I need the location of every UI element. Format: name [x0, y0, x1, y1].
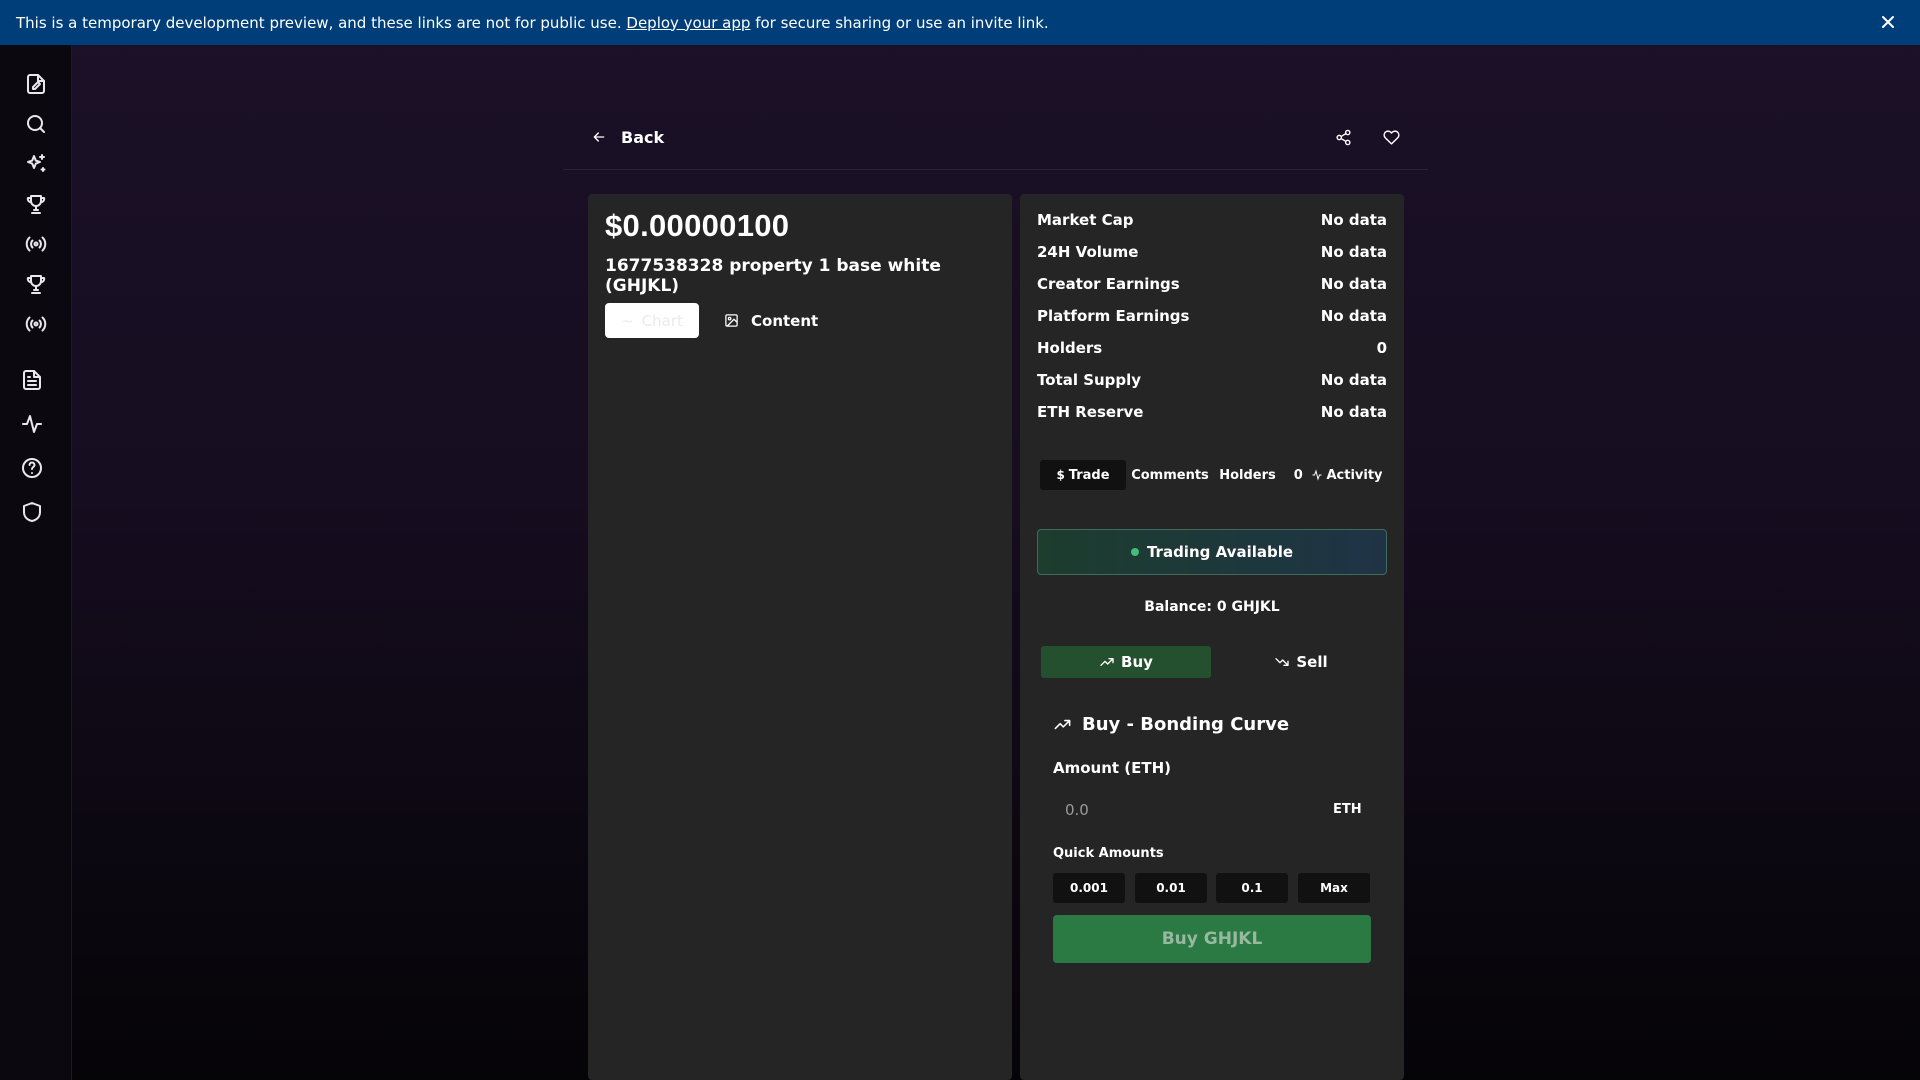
tab-comments[interactable]: Comments — [1126, 460, 1214, 490]
trending-down-icon — [1275, 658, 1290, 666]
stat-value: 0 — [1376, 339, 1387, 357]
stat-row: 24H Volume No data — [1037, 243, 1387, 263]
tab-comments-label: Comments — [1131, 467, 1209, 483]
quick-amounts-label: Quick Amounts — [1053, 846, 1164, 861]
back-label: Back — [621, 127, 665, 147]
stat-value: No data — [1320, 275, 1387, 293]
stat-row: Holders 0 — [1037, 339, 1387, 359]
share-icon[interactable] — [1328, 122, 1358, 152]
stat-row: Platform Earnings No data — [1037, 307, 1387, 327]
quick-amount-button[interactable]: 0.01 — [1135, 873, 1207, 903]
amount-label: Amount (ETH) — [1053, 759, 1172, 777]
stat-value: No data — [1320, 211, 1387, 229]
stat-label: Platform Earnings — [1037, 307, 1190, 325]
stat-label: 24H Volume — [1037, 243, 1139, 261]
trending-up-icon — [1100, 658, 1114, 666]
stat-value: No data — [1320, 403, 1387, 421]
buy-submit-button[interactable]: Buy GHJKL — [1053, 915, 1371, 963]
amount-input[interactable] — [1053, 792, 1371, 828]
buy-section-title: Buy - Bonding Curve — [1053, 714, 1289, 735]
stat-row: ETH Reserve No data — [1037, 403, 1387, 423]
broadcast-icon[interactable] — [21, 309, 51, 339]
help-icon[interactable] — [17, 453, 47, 483]
token-name: 1677538328 property 1 base white (GHJKL) — [605, 256, 941, 296]
stat-label: Total Supply — [1037, 371, 1142, 389]
quick-amount-button[interactable]: 0.001 — [1053, 873, 1125, 903]
trading-status-text: Trading Available — [1146, 543, 1294, 561]
balance-text: Balance: 0 GHJKL — [1144, 599, 1280, 615]
stat-row: Creator Earnings No data — [1037, 275, 1387, 295]
trading-tabs: $ Trade Comments Holders 0 Activity — [1040, 459, 1386, 491]
tab-holders-label: Holders — [1219, 467, 1276, 483]
activity-icon — [1312, 469, 1322, 481]
tab-chart-label: Chart — [641, 311, 683, 330]
activity-icon[interactable] — [17, 409, 47, 439]
stat-label: Holders — [1037, 339, 1103, 357]
dollar-icon: $ — [1056, 468, 1065, 482]
trophy-icon[interactable] — [21, 189, 51, 219]
buy-section-title-text: Buy - Bonding Curve — [1082, 714, 1290, 735]
sell-toggle-label: Sell — [1296, 653, 1328, 671]
tab-content[interactable]: Content — [714, 303, 828, 338]
token-overview-card: $0.00000100 1677538328 property 1 base w… — [588, 194, 1012, 1080]
tab-chart[interactable]: ~ Chart — [605, 303, 699, 338]
stat-row: Market Cap No data — [1037, 211, 1387, 231]
trading-status-banner: Trading Available — [1037, 529, 1387, 575]
tab-holders[interactable]: Holders 0 — [1214, 460, 1308, 490]
buy-toggle-label: Buy — [1121, 653, 1153, 671]
amount-unit: ETH — [1333, 802, 1362, 817]
search-icon[interactable] — [21, 109, 51, 139]
dev-preview-banner: This is a temporary development preview,… — [0, 0, 1920, 45]
tab-content-label: Content — [751, 311, 819, 330]
stat-row: Total Supply No data — [1037, 371, 1387, 391]
image-icon — [725, 314, 738, 327]
trophy-icon[interactable] — [21, 269, 51, 299]
stat-value: No data — [1320, 243, 1387, 261]
stat-label: Creator Earnings — [1037, 275, 1180, 293]
banner-text-after: for secure sharing or use an invite link… — [755, 13, 1049, 32]
deploy-app-link[interactable]: Deploy your app — [626, 14, 750, 32]
tab-trade-label: Trade — [1068, 467, 1110, 483]
banner-text: This is a temporary development preview,… — [16, 14, 1049, 32]
close-icon[interactable] — [1878, 12, 1898, 32]
stat-value: No data — [1320, 307, 1387, 325]
broadcast-icon[interactable] — [21, 229, 51, 259]
stat-value: No data — [1320, 371, 1387, 389]
shield-icon[interactable] — [17, 497, 47, 527]
sell-toggle-button[interactable]: Sell — [1216, 646, 1386, 678]
top-bar: Back — [563, 110, 1428, 170]
sparkles-icon[interactable] — [21, 149, 51, 179]
tab-trade[interactable]: $ Trade — [1040, 460, 1126, 490]
status-dot-icon — [1130, 548, 1139, 556]
stat-label: Market Cap — [1037, 211, 1134, 229]
document-icon[interactable] — [17, 365, 47, 395]
trading-card: Market Cap No data 24H Volume No data Crea… — [1020, 194, 1404, 1080]
stat-label: ETH Reserve — [1037, 403, 1144, 421]
quick-amount-max-button[interactable]: Max — [1298, 873, 1370, 903]
back-button[interactable]: Back — [591, 122, 664, 152]
heart-icon[interactable] — [1376, 122, 1406, 152]
sidebar — [0, 45, 72, 1080]
banner-text-before: This is a temporary development preview,… — [16, 13, 622, 32]
create-icon[interactable] — [21, 69, 51, 99]
arrow-left-icon — [593, 132, 605, 142]
token-price: $0.00000100 — [605, 208, 790, 243]
buy-toggle-button[interactable]: Buy — [1041, 646, 1211, 678]
holders-count-badge: 0 — [1293, 467, 1303, 483]
chart-icon: ~ — [621, 311, 634, 330]
quick-amount-button[interactable]: 0.1 — [1216, 873, 1288, 903]
tab-activity[interactable]: Activity — [1308, 460, 1386, 490]
trending-up-icon — [1054, 719, 1071, 730]
tab-activity-label: Activity — [1326, 467, 1383, 483]
